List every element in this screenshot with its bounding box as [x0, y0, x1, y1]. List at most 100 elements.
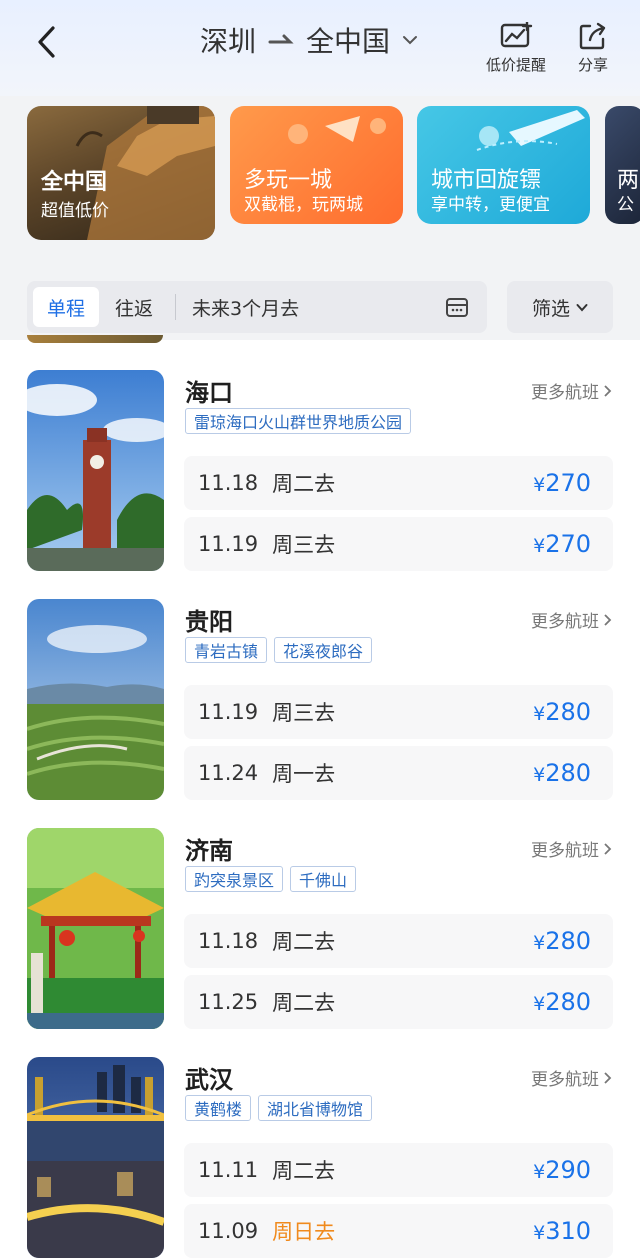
share-label: 分享	[578, 56, 609, 74]
trip-type-bar: 单程 往返 未来3个月去	[27, 281, 487, 333]
flight-date: 11.11	[198, 1158, 259, 1182]
chevron-down-icon	[576, 303, 588, 311]
more-flights-link[interactable]: 更多航班	[531, 607, 612, 632]
back-button[interactable]	[28, 22, 64, 62]
currency-symbol: ¥	[533, 932, 546, 954]
flight-date: 11.19	[198, 700, 259, 724]
attraction-tags: 青岩古镇 花溪夜郎谷	[185, 637, 373, 663]
banner-boomerang[interactable]: 城市回旋镖 享中转，更便宜	[417, 106, 590, 224]
attraction-tag[interactable]: 青岩古镇	[185, 637, 268, 663]
chevron-right-icon	[604, 1071, 612, 1084]
currency-symbol: ¥	[533, 474, 546, 496]
price-value: 280	[545, 698, 591, 726]
share-button[interactable]: 分享	[578, 22, 608, 75]
filter-button[interactable]: 筛选	[507, 281, 613, 333]
flight-price: ¥280	[533, 927, 591, 955]
chevron-right-icon	[604, 613, 612, 626]
jinan-pavilion-image	[27, 828, 164, 1029]
more-flights-link[interactable]: 更多航班	[531, 836, 612, 861]
price-value: 310	[545, 1217, 591, 1245]
flight-price: ¥280	[533, 698, 591, 726]
city-name: 济南	[185, 837, 233, 865]
banner-multi-city[interactable]: 多玩一城 双截棍，玩两城	[230, 106, 403, 224]
price-value: 290	[545, 1156, 591, 1184]
flight-option[interactable]: 11.18 周二去 ¥280	[184, 914, 613, 968]
banner-all-china[interactable]: 全中国 超值低价	[27, 106, 215, 240]
share-icon	[579, 22, 606, 50]
banner-subtitle: 双截棍，玩两城	[244, 195, 363, 215]
promo-banner-row: 全中国 超值低价 多玩一城 双截棍，玩两城 城市回旋镖 享中转，更便宜 两 公	[0, 106, 640, 242]
destination-card-guiyang: 贵阳 更多航班 青岩古镇 花溪夜郎谷 11.19 周三去 ¥280 11.24 …	[0, 599, 640, 803]
banner-subtitle: 公	[617, 195, 634, 215]
currency-symbol: ¥	[533, 1161, 546, 1183]
wuhan-bridge-image	[27, 1057, 164, 1258]
divider	[175, 294, 176, 320]
price-value: 270	[545, 469, 591, 497]
flight-price: ¥270	[533, 530, 591, 558]
flight-option[interactable]: 11.09 周日去 ¥310	[184, 1204, 613, 1258]
flight-option[interactable]: 11.11 周二去 ¥290	[184, 1143, 613, 1197]
banner-subtitle: 享中转，更便宜	[431, 195, 550, 215]
flight-option[interactable]: 11.19 周三去 ¥270	[184, 517, 613, 571]
tab-round-trip[interactable]: 往返	[99, 287, 169, 327]
currency-symbol: ¥	[533, 703, 546, 725]
destination-photo[interactable]	[27, 1057, 164, 1258]
price-value: 280	[545, 759, 591, 787]
attraction-tag[interactable]: 黄鹤楼	[185, 1095, 252, 1121]
flight-option[interactable]: 11.19 周三去 ¥280	[184, 685, 613, 739]
flight-option[interactable]: 11.25 周二去 ¥280	[184, 975, 613, 1029]
price-value: 280	[545, 927, 591, 955]
flight-price: ¥280	[533, 759, 591, 787]
currency-symbol: ¥	[533, 993, 546, 1015]
banner-title: 全中国	[41, 170, 108, 195]
top-header: 深圳 全中国 低价提醒 分享	[0, 0, 640, 96]
more-flights-link[interactable]: 更多航班	[531, 1065, 612, 1090]
currency-symbol: ¥	[533, 535, 546, 557]
attraction-tag[interactable]: 花溪夜郎谷	[274, 637, 373, 663]
price-value: 280	[545, 988, 591, 1016]
banner-partial[interactable]: 两 公	[605, 106, 640, 224]
calendar-icon[interactable]	[445, 296, 469, 318]
more-flights-label: 更多航班	[531, 841, 599, 861]
attraction-tags: 黄鹤楼 湖北省博物馆	[185, 1095, 373, 1121]
flight-date: 11.24	[198, 761, 259, 785]
flight-weekday: 周一去	[272, 762, 336, 786]
guiyang-terraces-image	[27, 599, 164, 800]
city-name: 海口	[185, 379, 233, 407]
flight-option[interactable]: 11.18 周二去 ¥270	[184, 456, 613, 510]
attraction-tag[interactable]: 雷琼海口火山群世界地质公园	[185, 408, 412, 434]
attraction-tags: 雷琼海口火山群世界地质公园	[185, 408, 412, 434]
haikou-clock-tower-image	[27, 370, 164, 571]
attraction-tags: 趵突泉景区 千佛山	[185, 866, 357, 892]
more-flights-link[interactable]: 更多航班	[531, 378, 612, 403]
destination-card-wuhan: 武汉 更多航班 黄鹤楼 湖北省博物馆 11.11 周二去 ¥290 11.09 …	[0, 1057, 640, 1259]
city-name: 贵阳	[185, 608, 233, 636]
flight-option[interactable]: 11.24 周一去 ¥280	[184, 746, 613, 800]
banner-subtitle: 超值低价	[41, 201, 109, 221]
flight-weekday: 周日去	[272, 1220, 336, 1244]
destination-photo[interactable]	[27, 828, 164, 1029]
flight-date: 11.18	[198, 471, 259, 495]
attraction-tag[interactable]: 湖北省博物馆	[258, 1095, 373, 1121]
destination-photo[interactable]	[27, 599, 164, 800]
flight-date: 11.18	[198, 929, 259, 953]
flight-price: ¥280	[533, 988, 591, 1016]
flight-price: ¥270	[533, 469, 591, 497]
price-alert-button[interactable]: 低价提醒	[486, 22, 546, 75]
tab-one-way[interactable]: 单程	[33, 287, 99, 327]
attraction-tag[interactable]: 趵突泉景区	[185, 866, 284, 892]
date-range-selector[interactable]: 未来3个月去	[192, 294, 445, 321]
route-selector[interactable]: 深圳 全中国	[200, 18, 418, 62]
city-name: 武汉	[185, 1066, 233, 1094]
flight-price: ¥290	[533, 1156, 591, 1184]
flight-weekday: 周三去	[272, 533, 336, 557]
destination-photo[interactable]	[27, 370, 164, 571]
route-arrow-icon	[268, 34, 294, 44]
destination-card-haikou: 海口 更多航班 雷琼海口火山群世界地质公园 11.18 周二去 ¥270 11.…	[0, 370, 640, 574]
flight-weekday: 周三去	[272, 701, 336, 725]
flight-weekday: 周二去	[272, 472, 336, 496]
price-value: 270	[545, 530, 591, 558]
flight-date: 11.25	[198, 990, 259, 1014]
attraction-tag[interactable]: 千佛山	[290, 866, 357, 892]
chevron-right-icon	[604, 842, 612, 855]
